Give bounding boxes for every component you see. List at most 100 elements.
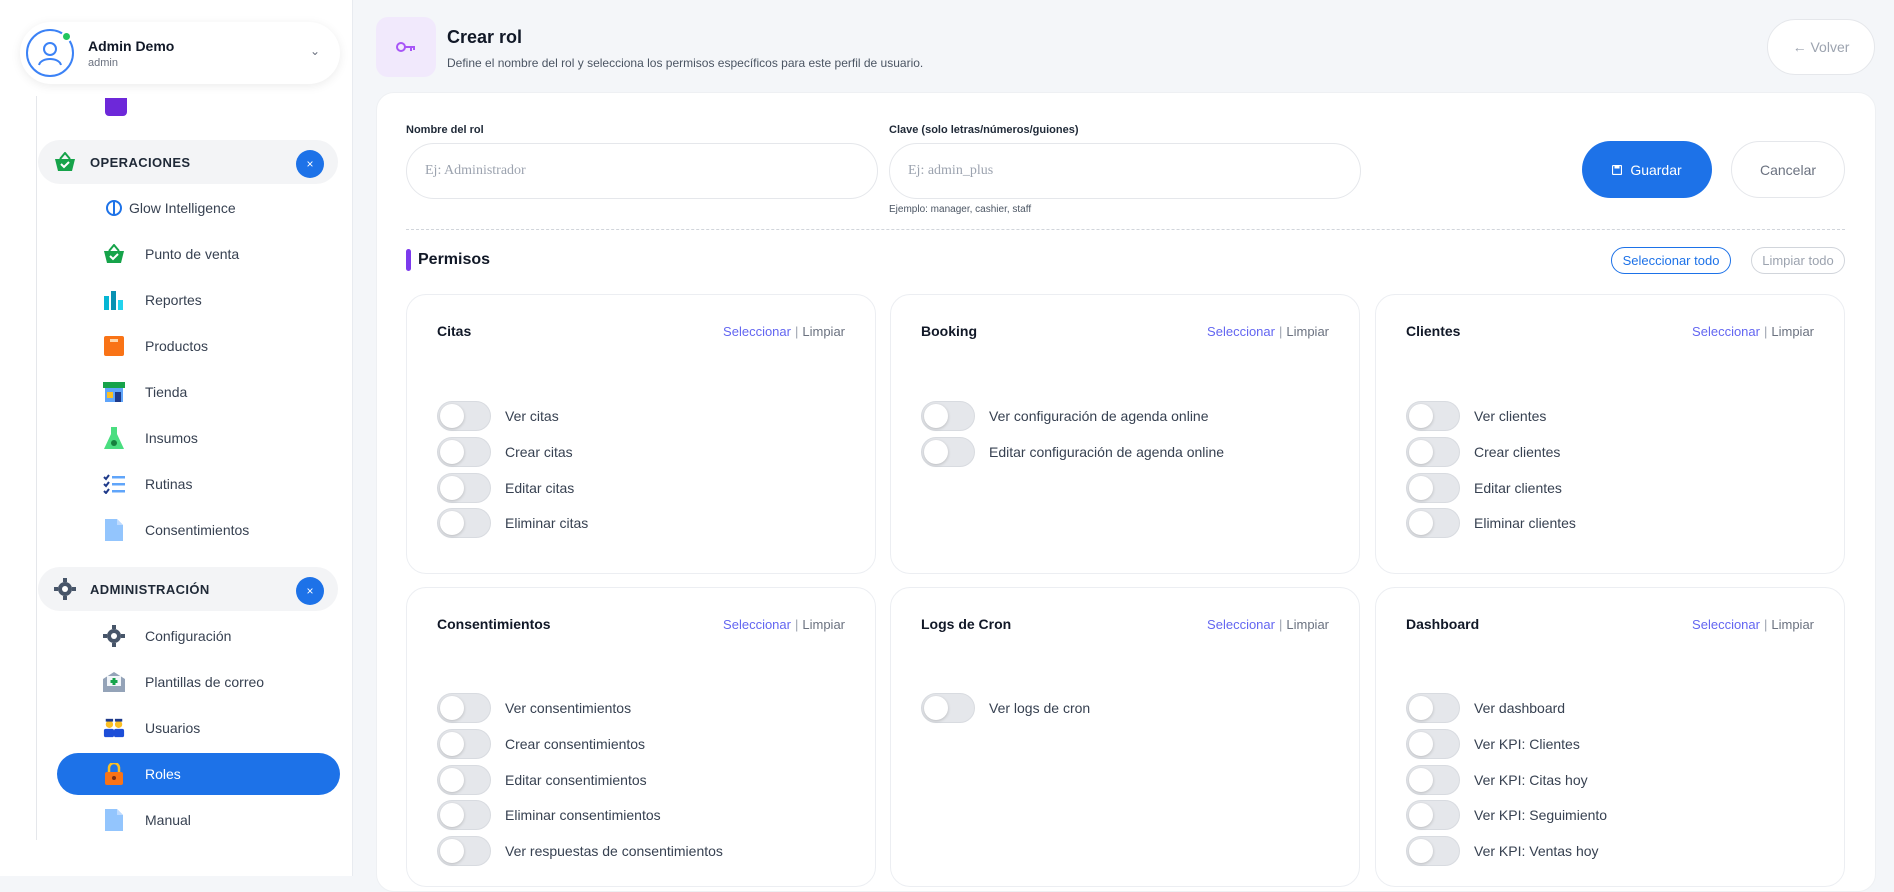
permission-row[interactable]: Ver KPI: Citas hoy (1406, 765, 1588, 795)
collapse-section-button[interactable]: × (296, 577, 324, 605)
collapse-section-button[interactable]: × (296, 150, 324, 178)
permission-row[interactable]: Editar citas (437, 473, 574, 503)
group-select-link[interactable]: Seleccionar (723, 324, 791, 339)
permission-row[interactable]: Editar clientes (1406, 473, 1562, 503)
permission-toggle[interactable] (437, 401, 491, 431)
avatar (26, 29, 74, 77)
gear-icon (54, 578, 76, 600)
user-menu[interactable]: Admin Demo admin ⌄ (20, 22, 340, 84)
permission-toggle[interactable] (1406, 836, 1460, 866)
select-all-button[interactable]: Seleccionar todo (1611, 247, 1731, 274)
sidebar-item-label: Rutinas (145, 476, 193, 492)
back-button[interactable]: ← Volver (1767, 19, 1875, 75)
sidebar-item-label: Plantillas de correo (145, 674, 265, 690)
permission-toggle[interactable] (437, 729, 491, 759)
permission-row[interactable]: Crear clientes (1406, 437, 1560, 467)
group-clear-link[interactable]: Limpiar (802, 324, 845, 339)
section-operaciones[interactable]: OPERACIONES × (38, 140, 338, 184)
permission-toggle[interactable] (437, 437, 491, 467)
permission-row[interactable]: Ver respuestas de consentimientos (437, 836, 723, 866)
group-select-link[interactable]: Seleccionar (723, 617, 791, 632)
page-title: Crear rol (447, 27, 523, 47)
chevron-down-icon[interactable]: ⌄ (310, 44, 320, 58)
permission-toggle[interactable] (437, 836, 491, 866)
group-actions: Seleccionar | Limpiar (1207, 324, 1329, 339)
permission-toggle[interactable] (1406, 729, 1460, 759)
sidebar-item-configuracion[interactable]: Configuración (57, 615, 340, 657)
sidebar-item-glow-intelligence[interactable]: Glow Intelligence (57, 187, 340, 229)
permission-row[interactable]: Editar configuración de agenda online (921, 437, 1224, 467)
sidebar-item-manual[interactable]: Manual (57, 799, 340, 841)
permission-row[interactable]: Ver dashboard (1406, 693, 1565, 723)
permission-label: Ver KPI: Ventas hoy (1474, 843, 1599, 859)
group-clear-link[interactable]: Limpiar (1286, 617, 1329, 632)
permission-toggle[interactable] (1406, 437, 1460, 467)
cancel-button[interactable]: Cancelar (1731, 141, 1845, 198)
permission-row[interactable]: Eliminar citas (437, 508, 588, 538)
permission-row[interactable]: Eliminar clientes (1406, 508, 1576, 538)
permission-row[interactable]: Eliminar consentimientos (437, 800, 661, 830)
sidebar-item-plantillas-de-correo[interactable]: Plantillas de correo (57, 661, 340, 703)
permission-row[interactable]: Ver logs de cron (921, 693, 1090, 723)
group-select-link[interactable]: Seleccionar (1692, 324, 1760, 339)
sidebar-item-reportes[interactable]: Reportes (57, 279, 340, 321)
group-clear-link[interactable]: Limpiar (1771, 324, 1814, 339)
permission-toggle[interactable] (921, 693, 975, 723)
permission-row[interactable]: Ver clientes (1406, 401, 1546, 431)
permission-row[interactable]: Ver consentimientos (437, 693, 631, 723)
permission-toggle[interactable] (1406, 508, 1460, 538)
permission-toggle[interactable] (437, 800, 491, 830)
mail-template-icon (103, 671, 125, 693)
permission-row[interactable]: Ver citas (437, 401, 559, 431)
sidebar-item-insumos[interactable]: Insumos (57, 417, 340, 459)
permission-toggle[interactable] (1406, 765, 1460, 795)
group-select-link[interactable]: Seleccionar (1692, 617, 1760, 632)
save-button[interactable]: Guardar (1582, 141, 1712, 198)
permission-toggle[interactable] (1406, 401, 1460, 431)
role-name-input[interactable]: Ej: Administrador (406, 143, 878, 199)
permissions-title: Permisos (418, 251, 491, 268)
sidebar-item-consentimientos[interactable]: Consentimientos (57, 509, 340, 551)
sidebar-item-productos[interactable]: Productos (57, 325, 340, 367)
permission-row[interactable]: Ver KPI: Clientes (1406, 729, 1580, 759)
permission-group-clientes: Clientes Seleccionar | Limpiar Ver cliente… (1375, 294, 1845, 574)
lock-icon (103, 763, 125, 785)
clear-all-button[interactable]: Limpiar todo (1751, 247, 1845, 274)
permission-toggle[interactable] (437, 508, 491, 538)
permission-row[interactable]: Editar consentimientos (437, 765, 647, 795)
group-select-link[interactable]: Seleccionar (1207, 324, 1275, 339)
sidebar-item-tienda[interactable]: Tienda (57, 371, 340, 413)
group-select-link[interactable]: Seleccionar (1207, 617, 1275, 632)
section-label: ADMINISTRACIÓN (90, 581, 210, 597)
permission-toggle[interactable] (437, 765, 491, 795)
permission-row[interactable]: Ver KPI: Ventas hoy (1406, 836, 1599, 866)
permission-toggle[interactable] (921, 437, 975, 467)
permission-label: Editar configuración de agenda online (989, 444, 1225, 460)
permission-row[interactable]: Crear consentimientos (437, 729, 645, 759)
permission-toggle[interactable] (921, 401, 975, 431)
user-name: Admin Demo (88, 37, 175, 54)
sidebar-item-punto-de-venta[interactable]: Punto de venta (57, 233, 340, 275)
role-key-input[interactable]: Ej: admin_plus (889, 143, 1361, 199)
permission-toggle[interactable] (437, 473, 491, 503)
bar-chart-icon (103, 289, 125, 311)
permission-row[interactable]: Crear citas (437, 437, 573, 467)
sidebar-item-usuarios[interactable]: Usuarios (57, 707, 340, 749)
permission-row[interactable]: Ver configuración de agenda online (921, 401, 1209, 431)
group-clear-link[interactable]: Limpiar (1771, 617, 1814, 632)
role-key-hint: Ejemplo: manager, cashier, staff (889, 204, 1032, 215)
section-administracion[interactable]: ADMINISTRACIÓN × (38, 567, 338, 611)
basket-icon (55, 152, 75, 171)
sidebar-item-rutinas[interactable]: Rutinas (57, 463, 340, 505)
permission-row[interactable]: Ver KPI: Seguimiento (1406, 800, 1607, 830)
permission-toggle[interactable] (1406, 473, 1460, 503)
group-clear-link[interactable]: Limpiar (802, 617, 845, 632)
divider (406, 229, 1845, 230)
sidebar-item-roles[interactable]: Roles (57, 753, 340, 795)
permission-toggle[interactable] (437, 693, 491, 723)
permission-toggle[interactable] (1406, 693, 1460, 723)
group-clear-link[interactable]: Limpiar (1286, 324, 1329, 339)
permission-toggle[interactable] (1406, 800, 1460, 830)
sidebar-item-label: Consentimientos (145, 522, 250, 538)
group-title: Citas (437, 323, 472, 339)
